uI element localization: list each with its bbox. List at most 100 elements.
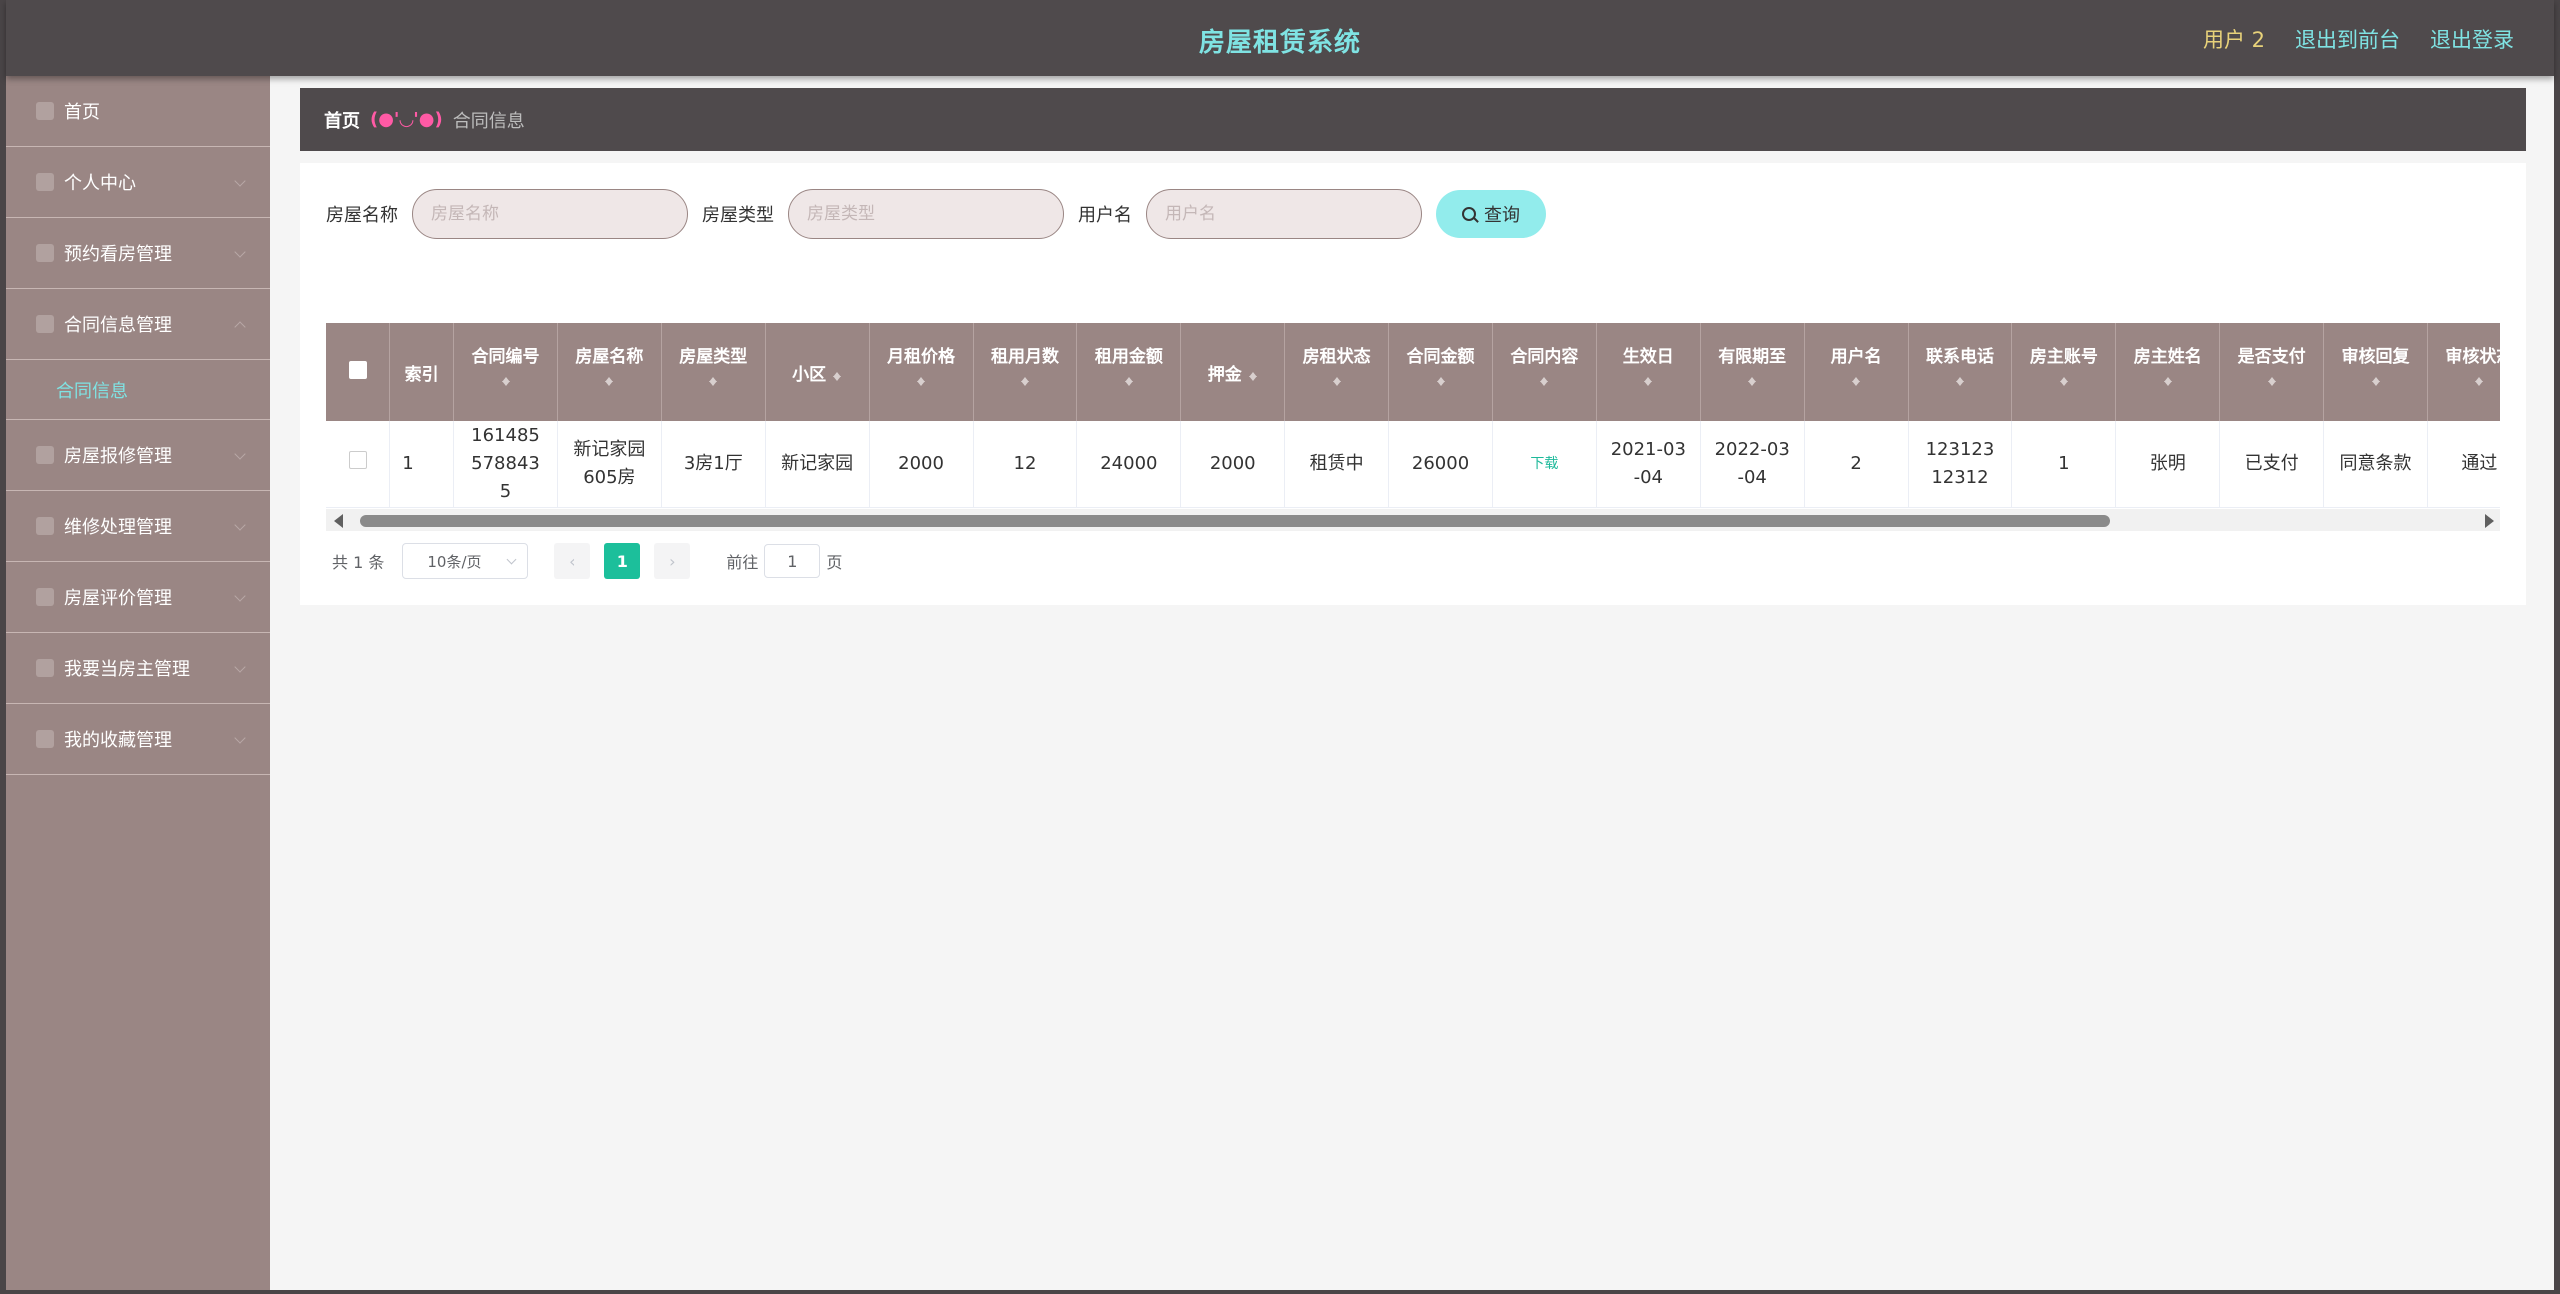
sort-icon[interactable] (1020, 373, 1030, 387)
sidebar-item-home[interactable]: 首页 (6, 76, 270, 147)
col-header[interactable]: 合同金额 (1388, 323, 1493, 421)
sort-icon[interactable] (2371, 373, 2381, 387)
download-link[interactable]: 下载 (1530, 456, 1558, 472)
col-header[interactable]: 生效日 (1596, 323, 1701, 421)
col-header[interactable]: 是否支付 (2219, 323, 2325, 421)
current-user[interactable]: 用户 2 (2203, 24, 2265, 54)
row-checkbox[interactable] (348, 450, 367, 469)
query-button-label: 查询 (1484, 205, 1520, 225)
sort-icon[interactable] (1955, 373, 1965, 387)
contract-icon (36, 315, 54, 333)
back-to-front-link[interactable]: 退出到前台 (2295, 24, 2400, 54)
sidebar-item-contract-management[interactable]: 合同信息管理 (6, 289, 270, 360)
col-header[interactable]: 审核状态 (2427, 323, 2500, 421)
house-name-input[interactable] (412, 189, 688, 239)
col-header[interactable]: 合同内容 (1492, 323, 1597, 421)
col-header[interactable]: 房屋类型 (661, 323, 766, 421)
breadcrumb-home[interactable]: 首页 (324, 107, 360, 133)
sort-icon[interactable] (1539, 373, 1549, 387)
table-cell: 3房1厅 (661, 421, 766, 508)
goto-suffix: 页 (826, 553, 843, 572)
table-cell: 2021-03-04 (1596, 421, 1701, 508)
table-cell: 12312312312 (1908, 421, 2013, 508)
scroll-left-icon[interactable] (334, 514, 343, 528)
sort-icon[interactable] (832, 368, 842, 382)
sort-icon[interactable] (2059, 373, 2069, 387)
sidebar-item-house-reviews[interactable]: 房屋评价管理 (6, 562, 270, 633)
col-header: 索引 (389, 323, 455, 421)
col-header[interactable]: 租用金额 (1076, 323, 1182, 421)
col-header[interactable]: 房主账号 (2011, 323, 2117, 421)
scrollbar-thumb[interactable] (360, 515, 2110, 527)
search-form: 房屋名称 房屋类型 用户名 查询 (326, 189, 1546, 239)
house-name-label: 房屋名称 (326, 205, 398, 226)
breadcrumb-current: 合同信息 (452, 110, 525, 132)
query-button[interactable]: 查询 (1436, 190, 1546, 238)
sort-icon[interactable] (604, 373, 614, 387)
sort-icon[interactable] (1643, 373, 1653, 387)
sidebar-item-personal-center[interactable]: 个人中心 (6, 147, 270, 218)
house-type-input[interactable] (788, 189, 1064, 239)
sort-icon[interactable] (2267, 373, 2277, 387)
goto-page-input[interactable]: 1 (764, 544, 821, 578)
table-cell: 2022-03-04 (1700, 421, 1805, 508)
col-header[interactable]: 审核回复 (2323, 323, 2428, 421)
prev-page-button[interactable]: ‹ (554, 543, 591, 579)
col-header[interactable]: 租用月数 (973, 323, 1078, 421)
col-header[interactable]: 小区 (765, 323, 870, 421)
sidebar-item-viewing-appointments[interactable]: 预约看房管理 (6, 218, 270, 289)
chevron-down-icon (234, 661, 246, 673)
sort-icon[interactable] (1851, 373, 1861, 387)
username-label: 用户名 (1078, 205, 1132, 226)
sort-icon[interactable] (916, 373, 926, 387)
scroll-right-icon[interactable] (2485, 514, 2494, 528)
row-select-cell[interactable] (326, 421, 391, 508)
col-header[interactable]: 联系电话 (1908, 323, 2013, 421)
table-cell: 2000 (1180, 421, 1286, 508)
user-icon (36, 173, 54, 191)
sidebar-item-repair-requests[interactable]: 房屋报修管理 (6, 420, 270, 491)
sort-icon[interactable] (1332, 373, 1342, 387)
contract-table: 索引 合同编号 房屋名称 房屋类型 小区 月租价格 租用月数 租用金额 押金 房… (326, 323, 2500, 531)
sort-icon[interactable] (1436, 373, 1446, 387)
sidebar-item-my-favorites[interactable]: 我的收藏管理 (6, 704, 270, 775)
select-all-cell[interactable] (326, 323, 391, 421)
col-header[interactable]: 有限期至 (1700, 323, 1805, 421)
search-icon (1462, 207, 1476, 221)
house-type-label: 房屋类型 (702, 205, 774, 226)
table-cell: 1614855788435 (453, 421, 558, 508)
goto-prefix: 前往 (726, 553, 759, 572)
sort-icon[interactable] (1248, 368, 1258, 382)
next-page-button[interactable]: › (654, 543, 691, 579)
page-number-current[interactable]: 1 (604, 543, 641, 579)
page-size-select[interactable]: 10条/页 (402, 543, 529, 579)
logout-link[interactable]: 退出登录 (2430, 24, 2514, 54)
sort-icon[interactable] (2163, 373, 2173, 387)
sort-icon[interactable] (708, 373, 718, 387)
horizontal-scrollbar[interactable] (326, 509, 2500, 531)
username-input[interactable] (1146, 189, 1422, 239)
col-header[interactable]: 押金 (1180, 323, 1286, 421)
star-icon (36, 588, 54, 606)
sidebar-item-label: 我要当房主管理 (64, 659, 190, 680)
sidebar-item-label: 维修处理管理 (64, 517, 172, 538)
col-header[interactable]: 房屋名称 (557, 323, 662, 421)
col-header[interactable]: 房主姓名 (2115, 323, 2221, 421)
col-header[interactable]: 用户名 (1804, 323, 1909, 421)
sidebar-item-label: 首页 (64, 102, 100, 123)
col-header[interactable]: 合同编号 (453, 323, 558, 421)
col-header[interactable]: 房租状态 (1284, 323, 1390, 421)
sidebar-item-repair-handling[interactable]: 维修处理管理 (6, 491, 270, 562)
select-all-checkbox[interactable] (348, 360, 367, 379)
col-header[interactable]: 月租价格 (869, 323, 974, 421)
repair-icon (36, 446, 54, 464)
app-title: 房屋租赁系统 (1198, 28, 1361, 58)
sidebar-item-become-landlord[interactable]: 我要当房主管理 (6, 633, 270, 704)
chevron-down-icon (234, 246, 246, 258)
sidebar-subitem-contract-info[interactable]: 合同信息 (6, 360, 270, 420)
page-jumper: 前往 1 页 (726, 544, 842, 578)
sort-icon[interactable] (1124, 373, 1134, 387)
sort-icon[interactable] (2474, 373, 2484, 387)
sort-icon[interactable] (501, 373, 511, 387)
sort-icon[interactable] (1747, 373, 1757, 387)
